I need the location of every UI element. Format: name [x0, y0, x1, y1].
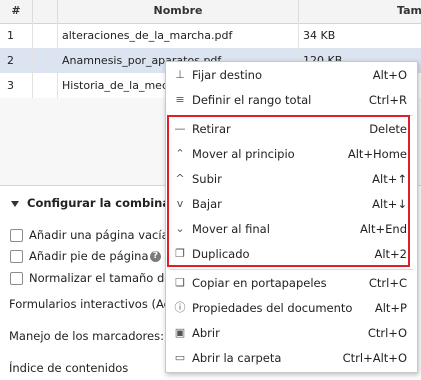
copy-icon: ❏ — [175, 276, 185, 289]
menu-separator — [170, 269, 413, 270]
interactive-forms-label: Formularios interactivos (Acro — [9, 297, 182, 311]
menu-item-copy-clipboard[interactable]: ❏ Copiar en portapapeles Ctrl+C — [166, 271, 417, 296]
menu-item-define-range[interactable]: ≡ Definir el rango total Ctrl+R — [166, 88, 417, 113]
menu-item-open-folder[interactable]: ▭ Abrir la carpeta Ctrl+Alt+O — [166, 346, 417, 371]
help-icon[interactable]: ? — [150, 251, 161, 262]
pdf-file-icon: ▣ — [174, 326, 186, 339]
menu-item-set-destination[interactable]: ⊥ Fijar destino Alt+O — [166, 63, 417, 88]
footer-label: Añadir pie de página — [29, 249, 149, 263]
bookmarks-handling-label: Manejo de los marcadores: — [9, 329, 164, 343]
file-size: 34 KB — [303, 29, 336, 42]
pin-icon: ⊥ — [175, 68, 185, 81]
highlight-box — [167, 115, 410, 267]
row-number: 1 — [7, 29, 14, 42]
info-icon: ⓘ — [174, 301, 186, 314]
normalize-size-label: Normalizar el tamaño de l — [29, 271, 179, 285]
menu-item-open[interactable]: ▣ Abrir Ctrl+O — [166, 321, 417, 346]
table-of-contents-label: Índice de contenidos — [9, 361, 129, 375]
column-header-size[interactable]: Tam — [299, 0, 421, 23]
collapse-triangle-icon[interactable] — [11, 201, 19, 207]
menu-item-document-properties[interactable]: ⓘ Propiedades del documento Alt+P — [166, 296, 417, 321]
file-name: alteraciones_de_la_marcha.pdf — [62, 29, 233, 42]
blank-page-label: Añadir una página vacía s — [29, 228, 179, 242]
table-row[interactable]: 1 alteraciones_de_la_marcha.pdf 34 KB — [0, 23, 421, 48]
column-header-number[interactable]: # — [0, 0, 32, 23]
range-icon: ≡ — [175, 93, 185, 106]
folder-icon: ▭ — [174, 351, 186, 364]
row-number: 2 — [7, 54, 14, 67]
row-number: 3 — [7, 79, 14, 92]
footer-checkbox[interactable] — [10, 250, 23, 263]
table-header: # Nombre Tam — [0, 0, 421, 24]
normalize-size-checkbox[interactable] — [10, 272, 23, 285]
blank-page-checkbox[interactable] — [10, 229, 23, 242]
column-header-name[interactable]: Nombre — [58, 0, 298, 23]
